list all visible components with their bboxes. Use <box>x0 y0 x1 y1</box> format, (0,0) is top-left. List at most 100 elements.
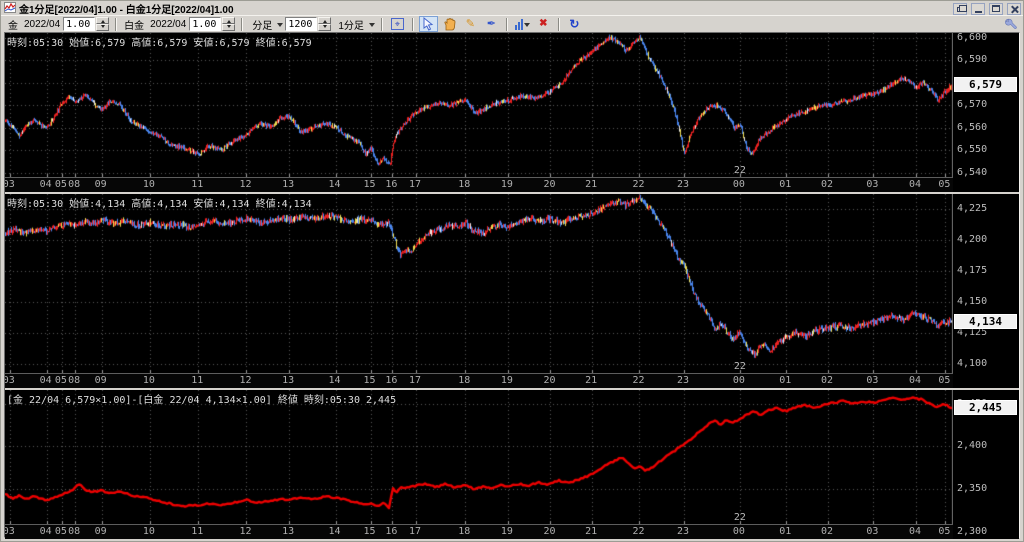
time-tick-label: 03 <box>866 375 879 386</box>
time-tick-label: 15 <box>363 526 376 537</box>
gold-month-select[interactable]: 2022/04 <box>24 19 60 30</box>
time-tick-label: 13 <box>282 526 295 537</box>
separator <box>115 17 118 31</box>
time-tick-label: 09 <box>94 526 107 537</box>
gold-multiplier-input[interactable] <box>63 17 96 31</box>
gold-plot[interactable]: 時刻:05:30 始値:6,579 高値:6,579 安値:6,579 終値:6… <box>5 33 953 177</box>
separator <box>411 17 414 31</box>
hand-tool-button[interactable] <box>440 16 459 32</box>
time-tick-label: 22 <box>632 375 645 386</box>
select-tool-button[interactable] <box>418 16 438 32</box>
price-tick-label: 6,600 <box>957 31 988 43</box>
date-change-marker: 22 <box>733 361 746 372</box>
refresh-button[interactable]: ↻ <box>565 16 584 32</box>
refresh-icon: ↻ <box>569 17 580 31</box>
bar-type-dropdown[interactable]: 分足 <box>249 17 284 32</box>
step-up-button[interactable] <box>222 17 236 24</box>
time-tick-label: 12 <box>239 526 252 537</box>
hand-icon <box>444 17 456 30</box>
platinum-multiplier-input[interactable] <box>189 17 222 31</box>
crosshair-tool-button[interactable]: ⌖ <box>388 16 407 32</box>
price-tick-label: 6,590 <box>957 54 988 65</box>
time-tick-label: 17 <box>408 179 422 190</box>
cursor-arrow-icon <box>423 17 434 31</box>
gold-candles-canvas <box>5 33 953 177</box>
spread-chart-panel: [金 22/04 6,579×1.00]-[白金 22/04 4,134×1.0… <box>5 388 1019 539</box>
time-tick-label: 18 <box>458 179 471 190</box>
time-tick-label: 05 <box>54 526 67 537</box>
maximize-button[interactable] <box>989 2 1003 15</box>
pencil-icon: ✎ <box>465 17 475 30</box>
time-tick-label: 18 <box>458 526 471 537</box>
time-tick-label: 14 <box>328 526 341 537</box>
separator <box>241 17 244 31</box>
time-tick-label: 11 <box>191 179 204 190</box>
price-tick-label: 4,175 <box>957 265 988 277</box>
step-down-button[interactable] <box>222 24 236 31</box>
time-tick-label: 08 <box>68 179 81 190</box>
pencil-tool-button[interactable]: ✎ <box>461 16 480 32</box>
gold-last-price-badge: 6,579 <box>954 76 1017 92</box>
popout-window-button[interactable] <box>953 2 967 15</box>
time-tick-label: 01 <box>779 526 792 537</box>
time-tick-label: 17 <box>408 375 422 386</box>
time-tick-label: 21 <box>585 375 598 386</box>
time-tick-label: 05 <box>54 179 67 190</box>
date-change-marker: 22 <box>733 165 746 176</box>
spread-plot[interactable]: [金 22/04 6,579×1.00]-[白金 22/04 4,134×1.0… <box>5 390 953 524</box>
platinum-plot[interactable]: 時刻:05:30 始値:4,134 高値:4,134 安値:4,134 終値:4… <box>5 194 953 373</box>
chevron-down-icon <box>368 22 375 30</box>
time-tick-label: 14 <box>328 375 341 386</box>
time-tick-label: 16 <box>385 526 398 537</box>
minimize-button[interactable] <box>971 2 985 15</box>
time-tick-label: 03 <box>5 526 15 537</box>
date-change-marker: 22 <box>733 512 746 523</box>
platinum-month-select[interactable]: 2022/04 <box>150 19 186 30</box>
time-tick-label: 12 <box>239 375 252 386</box>
down-arrow-icon <box>322 25 327 30</box>
step-up-button[interactable] <box>96 17 110 24</box>
price-tick-label: 6,560 <box>957 121 988 133</box>
chart-style-dropdown-button[interactable] <box>513 16 532 32</box>
time-tick-label: 15 <box>363 179 376 190</box>
platinum-price-axis: 4,134 4,100 4,125 4,150 4,175 4,200 4,225 <box>953 194 1019 388</box>
separator <box>557 17 560 31</box>
separator <box>505 17 508 31</box>
gold-label: 金 <box>8 20 18 32</box>
window-title: 金1分足[2022/04]1.00 - 白金1分足[2022/04]1.00 <box>19 5 234 16</box>
time-tick-label: 18 <box>458 375 471 386</box>
bar-count-stepper <box>318 17 332 31</box>
remove-chart-button[interactable]: ✖ <box>534 16 553 32</box>
bar-chart-icon <box>514 18 523 30</box>
up-arrow-icon <box>100 18 105 23</box>
time-tick-label: 10 <box>142 179 155 190</box>
step-up-button[interactable] <box>318 17 332 24</box>
time-tick-label: 03 <box>866 179 879 190</box>
gold-multiplier-stepper <box>96 17 110 31</box>
minimize-icon <box>974 10 982 13</box>
popout-icon <box>957 5 967 12</box>
time-tick-label: 22 <box>632 179 645 190</box>
crosshair-icon: ⌖ <box>390 18 404 30</box>
time-tick-label: 02 <box>820 375 833 386</box>
time-tick-label: 03 <box>5 375 15 386</box>
bar-type-label: 分足 <box>252 20 273 32</box>
step-down-button[interactable] <box>96 24 110 31</box>
time-tick-label: 01 <box>779 375 792 386</box>
bar-count-input[interactable] <box>285 17 318 31</box>
price-tick-label: 2,300 <box>957 525 988 537</box>
price-tick-label: 4,225 <box>957 202 988 214</box>
gold-chart-panel: 時刻:05:30 始値:6,579 高値:6,579 安値:6,579 終値:6… <box>5 31 1019 192</box>
interval-dropdown[interactable]: 1分足 <box>335 17 375 32</box>
time-tick-label: 05 <box>938 526 951 537</box>
up-arrow-icon <box>322 18 327 23</box>
time-tick-label: 04 <box>39 179 52 190</box>
gold-ohlc-readout: 時刻:05:30 始値:6,579 高値:6,579 安値:6,579 終値:6… <box>7 38 312 49</box>
price-tick-label: 6,570 <box>957 99 988 110</box>
platinum-multiplier-stepper <box>222 17 236 31</box>
separator <box>380 17 383 31</box>
wrench-icon <box>1005 18 1017 29</box>
close-button[interactable] <box>1007 2 1021 15</box>
step-down-button[interactable] <box>318 24 332 31</box>
pen-tool-button[interactable]: ✒ <box>482 16 501 32</box>
